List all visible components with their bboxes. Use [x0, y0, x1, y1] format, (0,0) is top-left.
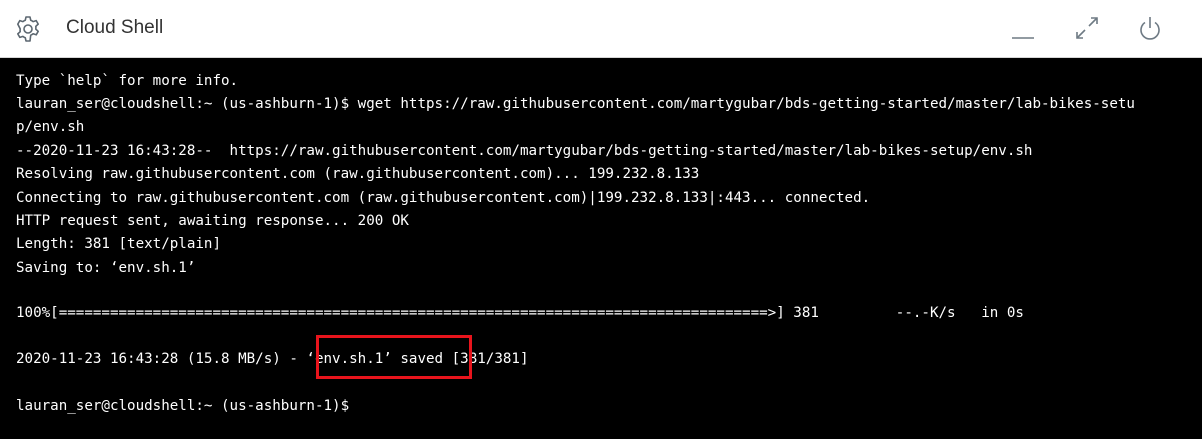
- terminal-line: HTTP request sent, awaiting response... …: [16, 213, 409, 229]
- terminal-line: --2020-11-23 16:43:28-- https://raw.gith…: [16, 143, 1033, 159]
- terminal-line: Length: 381 [text/plain]: [16, 236, 221, 252]
- terminal-line: Saving to: ‘env.sh.1’: [16, 260, 196, 276]
- power-icon[interactable]: [1136, 14, 1164, 42]
- progress-line: 100%[===================================…: [16, 305, 1024, 321]
- maximize-icon[interactable]: [1073, 14, 1101, 42]
- page-title: Cloud Shell: [66, 17, 164, 38]
- terminal-output[interactable]: Type `help` for more info. lauran_ser@cl…: [0, 58, 1202, 439]
- gear-icon[interactable]: [14, 15, 42, 43]
- minimize-icon[interactable]: [1009, 14, 1037, 42]
- terminal-line: Type `help` for more info.: [16, 73, 239, 89]
- terminal-line: Connecting to raw.githubusercontent.com …: [16, 190, 871, 206]
- command-prompt[interactable]: lauran_ser@cloudshell:~ (us-ashburn-1)$: [16, 397, 349, 415]
- cloud-shell-header: Cloud Shell: [0, 0, 1202, 58]
- terminal-line: p/env.sh: [16, 119, 85, 135]
- saved-file-highlight: [316, 335, 472, 379]
- terminal-line: Resolving raw.githubusercontent.com (raw…: [16, 166, 700, 182]
- terminal-line: lauran_ser@cloudshell:~ (us-ashburn-1)$ …: [16, 96, 1135, 112]
